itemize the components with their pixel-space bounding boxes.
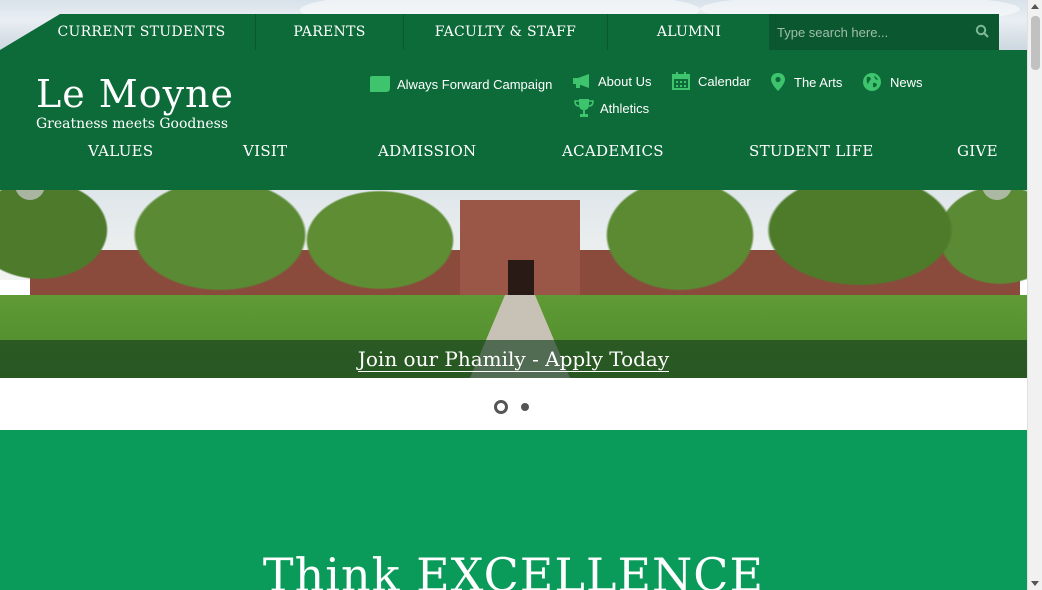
quick-link-about-us[interactable]: About Us: [572, 73, 651, 89]
site-logo[interactable]: Le Moyne Greatness meets Goodness: [36, 74, 234, 132]
audience-nav-parents[interactable]: PARENTS: [256, 14, 404, 50]
scrollbar-thumb[interactable]: [1031, 16, 1040, 70]
logo-name: Le Moyne: [36, 72, 235, 116]
calendar-icon: [672, 72, 690, 90]
search-box: [769, 14, 999, 50]
mainnav-student-life[interactable]: STUDENT LIFE: [749, 142, 874, 160]
quick-link-label: The Arts: [794, 74, 843, 90]
slider-pager: [0, 400, 1027, 414]
mainnav-admission[interactable]: ADMISSION: [378, 142, 476, 160]
search-icon[interactable]: [975, 24, 989, 38]
quick-link-label: Athletics: [600, 100, 650, 116]
quick-link-always-forward[interactable]: Always Forward Campaign: [369, 75, 552, 93]
campaign-icon: [370, 76, 390, 92]
quick-link-calendar[interactable]: Calendar: [672, 72, 751, 90]
map-pin-icon: [771, 73, 785, 91]
quick-link-label: About Us: [598, 73, 652, 89]
quick-link-the-arts[interactable]: The Arts: [770, 72, 842, 92]
mainnav-visit[interactable]: VISIT: [243, 142, 287, 160]
section-heading: Think EXCELLENCE: [262, 548, 765, 590]
pager-dot-2[interactable]: [521, 403, 529, 411]
page-scrollbar[interactable]: [1027, 0, 1042, 590]
quick-link-label: Always Forward Campaign: [397, 76, 553, 92]
mainnav-academics[interactable]: ACADEMICS: [562, 142, 664, 160]
trophy-icon: [574, 99, 594, 117]
site-header: Le Moyne Greatness meets Goodness Always…: [0, 50, 1027, 190]
globe-icon: [863, 73, 881, 91]
quick-link-news[interactable]: News: [862, 72, 923, 92]
megaphone-icon: [573, 74, 589, 88]
hero-caption-band: Join our Phamily - Apply Today: [0, 340, 1027, 378]
logo-tagline: Greatness meets Goodness: [36, 116, 229, 132]
search-input[interactable]: [769, 14, 964, 50]
audience-nav-alumni[interactable]: ALUMNI: [608, 14, 770, 50]
scroll-up-arrow[interactable]: [1031, 4, 1039, 9]
think-excellence-section: Think EXCELLENCE: [0, 430, 1027, 590]
quick-link-label: Calendar: [698, 73, 751, 89]
mainnav-values[interactable]: VALUES: [88, 142, 153, 160]
quick-link-label: News: [890, 74, 923, 90]
audience-nav-faculty-staff[interactable]: FACULTY & STAFF: [404, 14, 608, 50]
hero-caption-link[interactable]: Join our Phamily - Apply Today: [357, 347, 670, 372]
pager-dot-1[interactable]: [494, 400, 508, 414]
hero-image-trees: [0, 190, 1027, 310]
quick-link-athletics[interactable]: Athletics: [574, 98, 649, 118]
mainnav-give[interactable]: GIVE: [957, 142, 998, 160]
audience-nav: CURRENT STUDENTS PARENTS FACULTY & STAFF…: [0, 14, 770, 50]
scroll-down-arrow[interactable]: [1031, 581, 1039, 586]
hero-slider: Join our Phamily - Apply Today: [0, 190, 1027, 378]
